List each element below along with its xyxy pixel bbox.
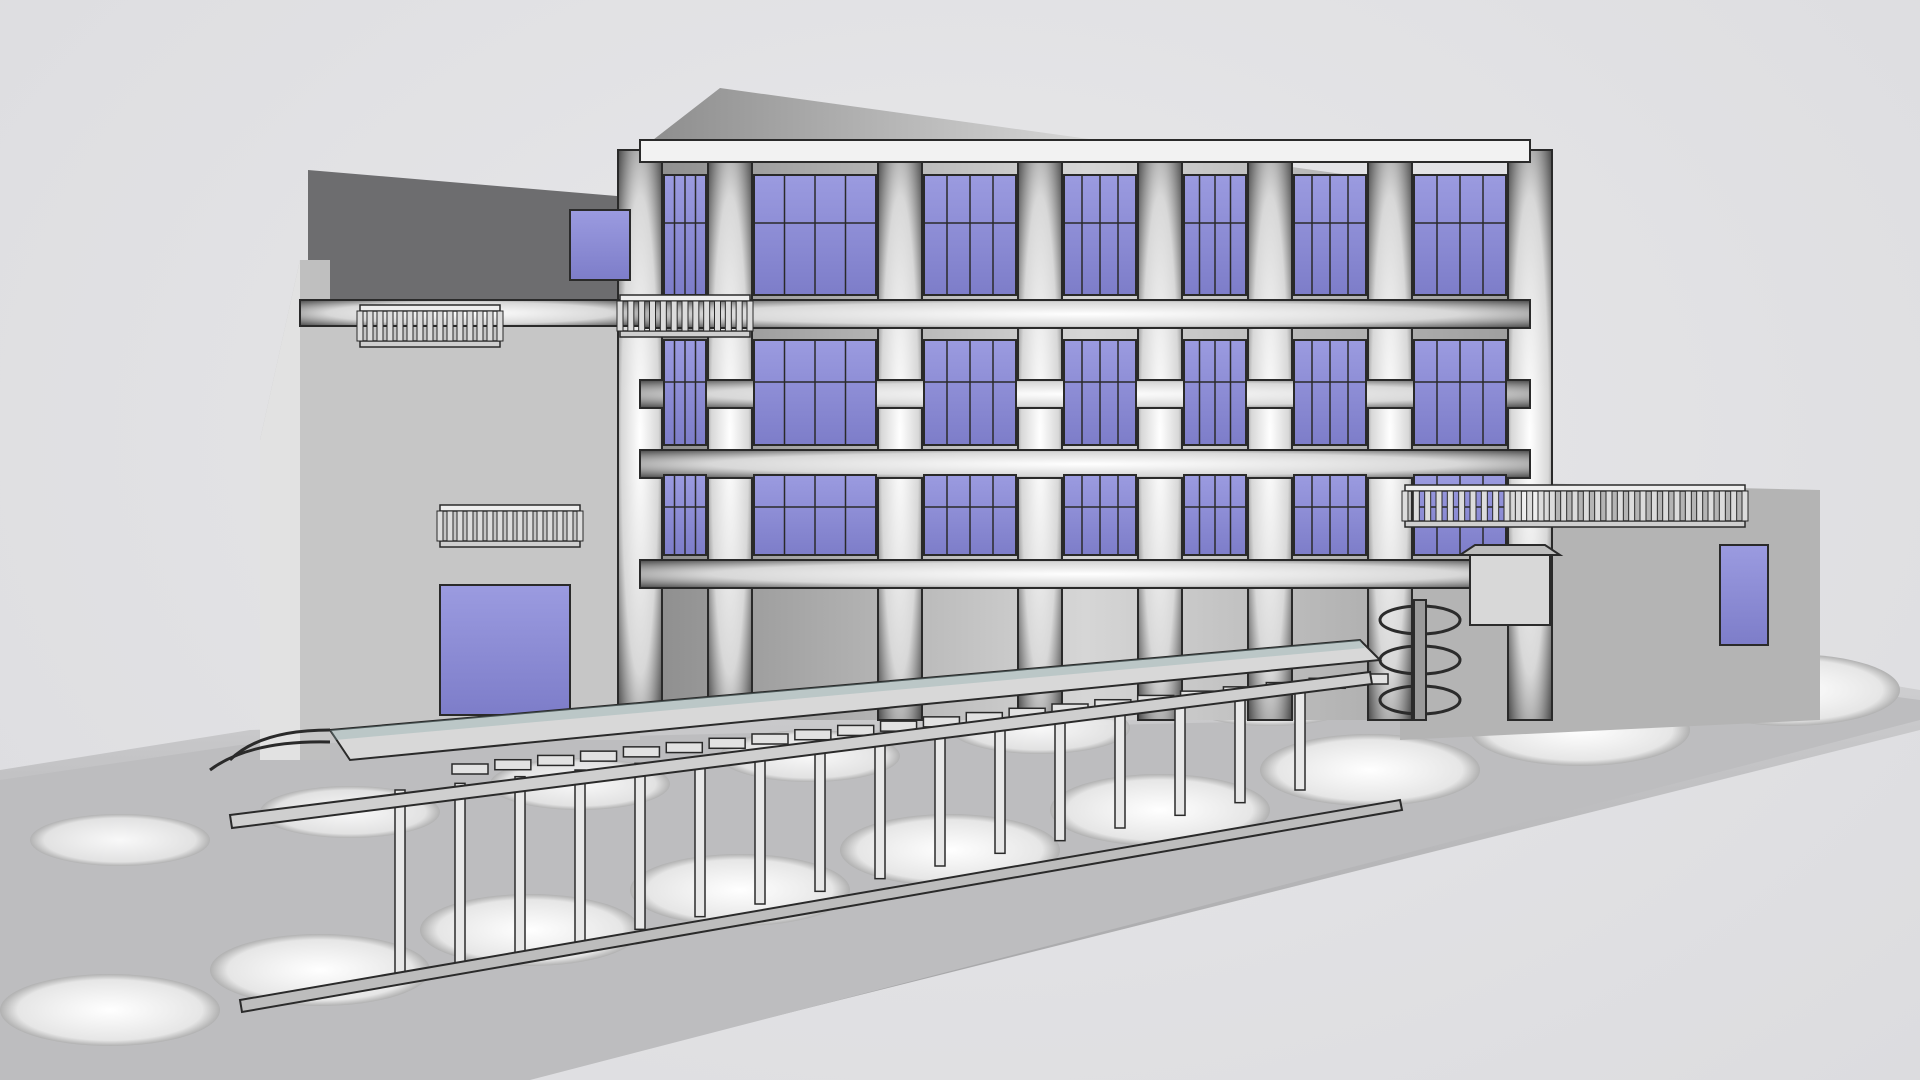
pergola-post [1114,709,1126,829]
pergola-post [934,729,946,867]
3d-viewport[interactable] [0,0,1920,1080]
ground-tile [30,814,210,866]
pergola-rafter [665,741,704,754]
facade-spandrel [639,299,1531,329]
pergola-post [754,749,766,905]
pergola-post [874,735,886,880]
facade-pier [1507,149,1553,721]
pergola-post [994,722,1006,855]
pergola-post [634,762,646,931]
window [1719,544,1769,646]
pergola-post [1234,695,1246,804]
facade-pier [877,149,923,721]
pergola-post [1054,715,1066,842]
pergola-post [394,789,406,981]
pergola-rafter [794,728,832,741]
pergola-post [1294,689,1306,791]
building-model[interactable] [0,0,1920,1080]
pergola-rafter [708,737,746,750]
window [569,209,631,281]
pergola-rafter [536,754,575,767]
cornice [639,139,1531,163]
pergola-rafter [622,746,661,758]
pergola-post [1174,702,1186,817]
pergola-post [454,782,466,969]
facade-pier [707,149,753,721]
facade-spandrel [639,449,1531,479]
facade-pier [1137,149,1183,721]
pergola-post [694,755,706,918]
window [439,584,571,716]
facade-pier [1247,149,1293,721]
pergola-rafter [494,758,532,771]
pergola-post [574,769,586,943]
ground-tile [0,974,220,1046]
pergola-post [814,742,826,893]
pergola-rafter [579,750,618,762]
facade-pier [1017,149,1063,721]
pergola-rafter [751,733,789,745]
ground-tile [1260,734,1480,806]
pergola-rafter [451,763,489,775]
terrace-kiosk [1456,544,1564,626]
pergola-post [514,775,526,956]
facade-spandrel [639,559,1531,589]
